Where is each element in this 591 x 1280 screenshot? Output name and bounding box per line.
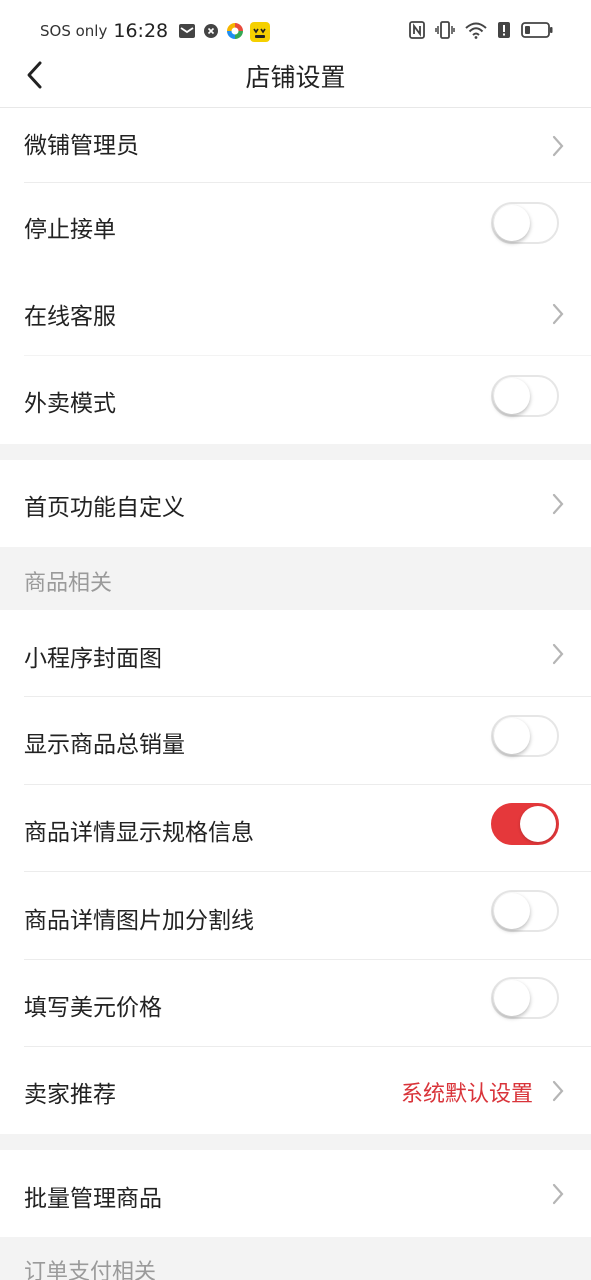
usd-price-toggle[interactable] bbox=[491, 977, 559, 1019]
mail-icon bbox=[178, 22, 196, 40]
row-online-service[interactable]: 在线客服 bbox=[0, 270, 591, 356]
row-usd-price[interactable]: 填写美元价格 bbox=[0, 960, 591, 1047]
row-cover-image[interactable]: 小程序封面图 bbox=[0, 610, 591, 697]
row-show-spec-info[interactable]: 商品详情显示规格信息 bbox=[0, 785, 591, 872]
carrier-text: SOS only bbox=[40, 22, 108, 40]
section-header-product: 商品相关 bbox=[0, 547, 591, 610]
page-title: 店铺设置 bbox=[245, 63, 346, 92]
show-total-sales-toggle[interactable] bbox=[491, 715, 559, 757]
chevron-right-icon bbox=[552, 135, 564, 157]
row-show-total-sales[interactable]: 显示商品总销量 bbox=[0, 697, 591, 785]
row-label: 外卖模式 bbox=[24, 391, 116, 417]
row-label: 停止接单 bbox=[24, 217, 116, 243]
chevron-right-icon bbox=[552, 643, 564, 665]
toggle-knob bbox=[494, 718, 530, 754]
stop-orders-toggle[interactable] bbox=[491, 202, 559, 244]
toggle-knob bbox=[520, 806, 556, 842]
image-dividers-toggle[interactable] bbox=[491, 890, 559, 932]
nav-bar: 店铺设置 bbox=[0, 44, 591, 108]
row-label: 首页功能自定义 bbox=[24, 495, 185, 521]
toggle-knob bbox=[494, 205, 530, 241]
row-image-dividers[interactable]: 商品详情图片加分割线 bbox=[0, 872, 591, 960]
battery-icon bbox=[521, 21, 553, 43]
section-header-order-payment: 订单支付相关 bbox=[0, 1237, 591, 1280]
chevron-right-icon bbox=[552, 1183, 564, 1205]
vibrate-icon bbox=[435, 21, 455, 43]
chevron-right-icon bbox=[552, 303, 564, 325]
row-label: 商品详情显示规格信息 bbox=[24, 820, 254, 846]
toggle-knob bbox=[494, 378, 530, 414]
row-label: 商品详情图片加分割线 bbox=[24, 908, 254, 934]
clock: 16:28 bbox=[113, 20, 169, 42]
row-label: 卖家推荐 bbox=[24, 1082, 116, 1108]
section-title: 商品相关 bbox=[24, 571, 113, 596]
row-label: 在线客服 bbox=[24, 304, 116, 330]
wifi-icon bbox=[465, 21, 487, 43]
toggle-knob bbox=[494, 980, 530, 1016]
chevron-right-icon bbox=[552, 1080, 564, 1102]
toggle-knob bbox=[494, 893, 530, 929]
row-stop-orders[interactable]: 停止接单 bbox=[0, 183, 591, 270]
shield-icon bbox=[202, 22, 220, 40]
nfc-icon bbox=[409, 21, 425, 43]
row-label: 显示商品总销量 bbox=[24, 732, 185, 758]
emoji-app-icon bbox=[250, 22, 271, 42]
section-title: 订单支付相关 bbox=[24, 1260, 157, 1280]
colorful-app-icon bbox=[226, 22, 244, 40]
row-seller-recommend[interactable]: 卖家推荐 系统默认设置 bbox=[0, 1047, 591, 1134]
row-label: 批量管理商品 bbox=[24, 1186, 162, 1212]
row-takeout-mode[interactable]: 外卖模式 bbox=[0, 356, 591, 444]
chevron-right-icon bbox=[552, 493, 564, 515]
row-label: 填写美元价格 bbox=[24, 995, 162, 1021]
row-label: 微铺管理员 bbox=[24, 133, 139, 159]
row-admin[interactable]: 微铺管理员 bbox=[0, 108, 591, 183]
seller-recommend-value: 系统默认设置 bbox=[400, 1082, 533, 1107]
row-label: 小程序封面图 bbox=[24, 646, 162, 672]
alert-icon bbox=[497, 21, 511, 43]
show-spec-info-toggle[interactable] bbox=[491, 803, 559, 845]
row-homepage-custom[interactable]: 首页功能自定义 bbox=[0, 460, 591, 547]
row-batch-manage[interactable]: 批量管理商品 bbox=[0, 1150, 591, 1237]
takeout-mode-toggle[interactable] bbox=[491, 375, 559, 417]
